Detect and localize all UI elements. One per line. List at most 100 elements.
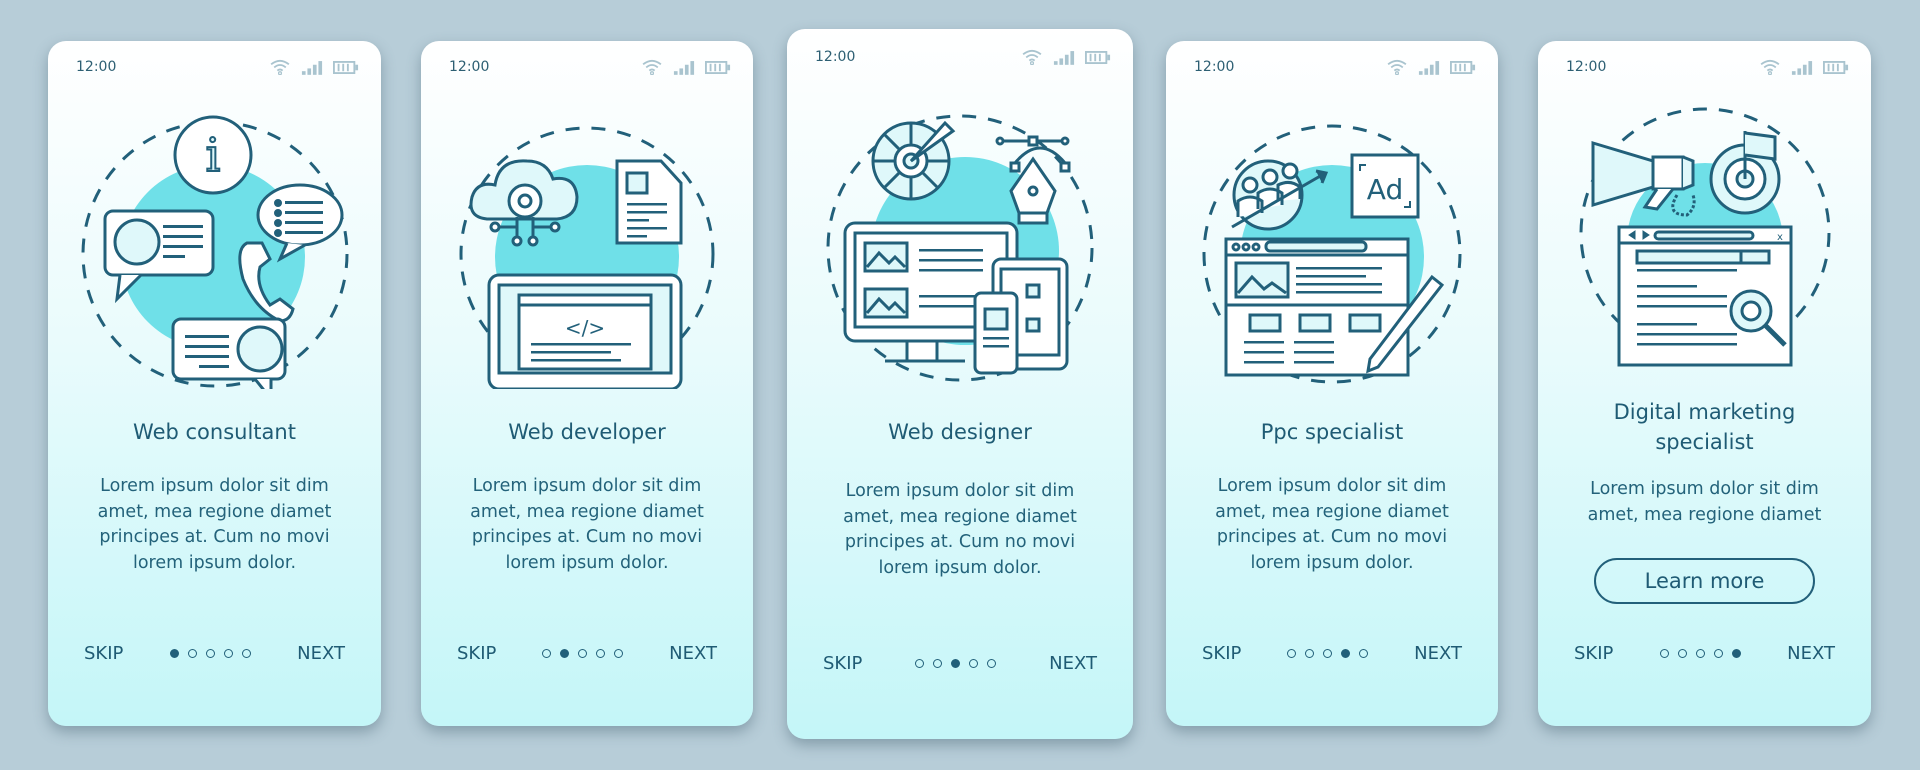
description-line: principes at. Cum no movi [1216,527,1448,547]
next-button[interactable]: NEXT [1787,643,1835,664]
page-dot[interactable] [241,649,251,658]
page-dot[interactable] [1287,649,1297,658]
status-icons [1021,49,1111,65]
description-line: Lorem ipsum dolor sit dim [845,481,1075,501]
web-consultant-illustration: i [81,115,348,389]
onboarding-footer: SKIP NEXT [823,653,1097,674]
web-designer-illustration [826,114,1094,382]
page-dot-active[interactable] [560,649,570,658]
screen-description: Lorem ipsum dolor sit dim amet, mea regi… [807,479,1113,581]
status-icons [269,59,359,75]
page-dot[interactable] [1359,649,1369,658]
description-line: lorem ipsum dolor. [1250,552,1414,573]
description-line: amet, mea regione diamet [470,501,704,522]
page-dot[interactable] [1659,649,1669,658]
onboarding-screen-web-developer: 12:00 </> Web developer Lorem ipsum dolo… [421,41,753,726]
description-line: lorem ipsum dolor. [132,552,297,573]
onboarding-screen-ppc-specialist: 12:00 Ad Ppc specialist Lorem ipsum dolo… [1166,41,1498,726]
skip-button[interactable]: SKIP [823,653,862,674]
wifi-icon [269,59,291,75]
svg-text:</>: </> [565,316,605,340]
page-dot[interactable] [1323,649,1333,658]
signal-icon [1418,60,1440,75]
onboarding-screen-web-designer: 12:00 Web designer Lorem ipsum dolor sit… [787,29,1133,739]
page-dot[interactable] [205,649,215,658]
description-line: amet, mea regione diamet [1587,504,1822,525]
page-dot[interactable] [542,649,552,658]
page-dot-active[interactable] [951,659,961,668]
page-dot[interactable] [1305,649,1315,658]
battery-icon [705,60,731,75]
next-button[interactable]: NEXT [669,643,717,664]
ppc-specialist-illustration: Ad [1202,124,1462,384]
screen-title: Ppc specialist [1260,420,1404,444]
next-button[interactable]: NEXT [1049,653,1097,674]
page-dot[interactable] [1713,649,1723,658]
onboarding-footer: SKIP NEXT [457,643,717,664]
page-dot[interactable] [187,649,197,658]
page-indicator [169,649,251,658]
wifi-icon [1759,59,1781,75]
screen-description: Lorem ipsum dolor sit dim amet, mea regi… [1186,474,1478,576]
status-time: 12:00 [76,59,117,75]
wifi-icon [641,59,663,75]
page-dot[interactable] [614,649,624,658]
learn-more-button[interactable]: Learn more [1594,558,1815,604]
description-line: lorem ipsum dolor. [878,557,1042,578]
description-line: amet, mea regione diamet [1215,501,1449,522]
skip-button[interactable]: SKIP [1574,643,1613,664]
wifi-icon [1386,59,1408,75]
onboarding-screen-web-consultant: 12:00 i Web consultant Lorem ipsum dolor… [48,41,381,726]
next-button[interactable]: NEXT [1414,643,1462,664]
page-indicator [542,649,624,658]
status-time: 12:00 [1194,59,1235,75]
description-line: principes at. Cum no movi [844,532,1076,552]
page-dot[interactable] [596,649,606,658]
skip-button[interactable]: SKIP [84,643,123,664]
status-icons [1386,59,1476,75]
screen-title: Web designer [888,420,1032,444]
screen-title: Web developer [508,420,666,444]
svg-text:i: i [205,128,220,182]
page-dot[interactable] [933,659,943,668]
page-dot-active[interactable] [1341,649,1351,658]
page-dot[interactable] [1695,649,1705,658]
status-time: 12:00 [1566,59,1607,75]
description-line: Lorem ipsum dolor sit dim [100,476,329,496]
onboarding-footer: SKIP NEXT [84,643,345,664]
onboarding-screen-digital-marketing: 12:00 x Digital marketing specialist Lor… [1538,41,1871,726]
screen-description: Lorem ipsum dolor sit dim amet, mea regi… [441,474,733,576]
screen-description: Lorem ipsum dolor sit dim amet, mea regi… [68,474,361,576]
screen-description: Lorem ipsum dolor sit dim amet, mea regi… [1558,477,1851,528]
description-line: lorem ipsum dolor. [505,552,669,573]
digital-marketing-illustration: x [1579,107,1830,367]
description-line: principes at. Cum no movi [471,527,703,547]
screen-title: Digital marketing specialist [1538,397,1871,457]
page-dot[interactable] [987,659,997,668]
status-icons [641,59,731,75]
description-line: Lorem ipsum dolor sit dim [472,476,702,496]
page-indicator [1659,649,1741,658]
wifi-icon [1021,49,1043,65]
ad-label: Ad [1367,173,1403,206]
skip-button[interactable]: SKIP [457,643,496,664]
page-dot-active[interactable] [169,649,179,658]
page-dot[interactable] [578,649,588,658]
next-button[interactable]: NEXT [297,643,345,664]
description-line: Lorem ipsum dolor sit dim [1590,479,1819,499]
page-dot[interactable] [915,659,925,668]
title-line: specialist [1655,430,1754,454]
status-time: 12:00 [815,49,856,65]
status-time: 12:00 [449,59,490,75]
page-dot-active[interactable] [1731,649,1741,658]
battery-icon [1823,60,1849,75]
description-line: amet, mea regione diamet [843,506,1077,527]
battery-icon [333,60,359,75]
battery-icon [1085,50,1111,65]
skip-button[interactable]: SKIP [1202,643,1241,664]
page-dot[interactable] [223,649,233,658]
battery-icon [1450,60,1476,75]
page-dot[interactable] [969,659,979,668]
page-dot[interactable] [1677,649,1687,658]
flag-icon [1744,131,1776,161]
